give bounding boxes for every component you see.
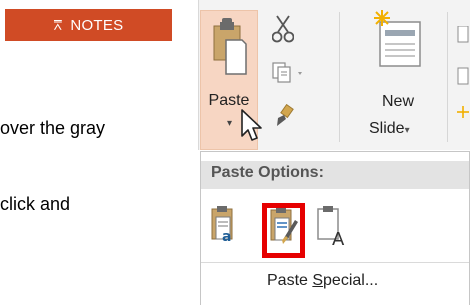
- paste-dropdown-caret[interactable]: ▾: [227, 118, 232, 129]
- paste-options-title: Paste Options:: [211, 164, 324, 181]
- keep-source-formatting-highlight: [262, 203, 305, 258]
- paste-special-rest: pecial...: [323, 272, 379, 289]
- notes-icon: ⩞: [53, 16, 63, 33]
- new-slide-icon: [374, 10, 421, 67]
- ribbon-separator: [339, 12, 340, 142]
- slide-text-line-2: click and: [0, 194, 71, 214]
- notes-label: NOTES: [70, 16, 124, 34]
- notes-button[interactable]: ⩞ NOTES: [5, 9, 172, 41]
- ribbon-separator-2: [447, 12, 448, 142]
- paste-special-accelerator: S: [312, 272, 324, 289]
- slide-text-line-1: over the gray: [0, 118, 106, 138]
- layout-icons-partial: [457, 26, 469, 118]
- copy-icon[interactable]: [272, 62, 306, 84]
- svg-text:a: a: [222, 229, 231, 245]
- new-slide-caret-icon: ▾: [404, 125, 410, 136]
- paste-clipboard-icon: [213, 18, 247, 75]
- paste-special-item[interactable]: Paste Special...: [267, 272, 378, 290]
- paste-special-prefix: Paste: [267, 272, 313, 289]
- new-slide-label-line1: New: [382, 93, 415, 110]
- new-slide-button[interactable]: Slide▾: [369, 120, 410, 138]
- svg-text:A: A: [332, 229, 345, 249]
- use-destination-theme-icon[interactable]: a: [210, 205, 240, 245]
- new-slide-label-line2: Slide: [369, 120, 405, 137]
- menu-divider: [201, 262, 469, 263]
- mouse-cursor-icon: [241, 109, 262, 141]
- format-painter-icon[interactable]: [274, 104, 294, 128]
- keep-text-only-icon[interactable]: A: [316, 205, 350, 249]
- cut-icon[interactable]: [272, 14, 294, 44]
